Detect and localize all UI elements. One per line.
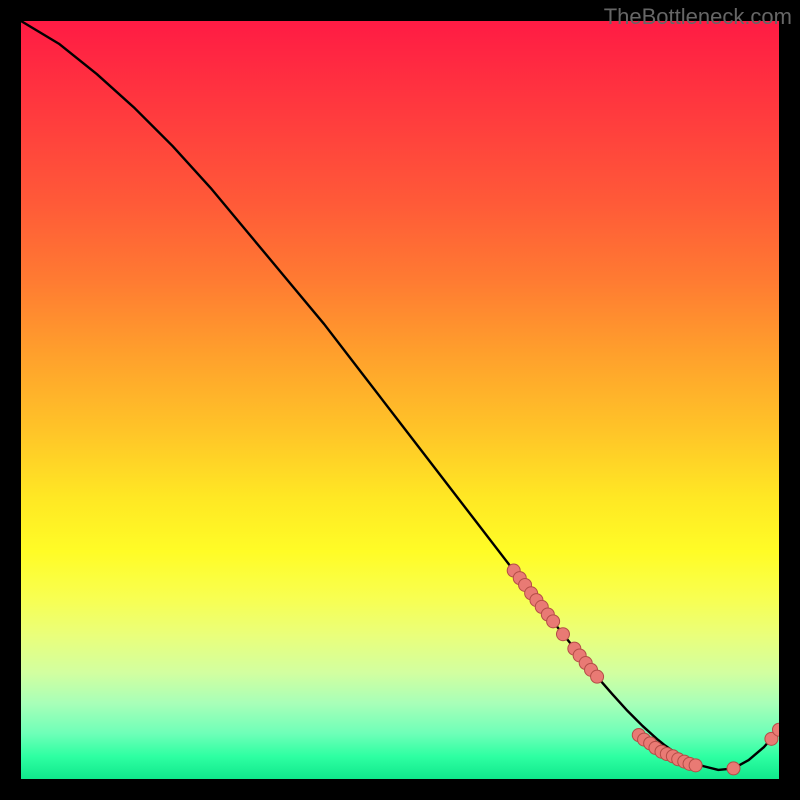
data-point [727,762,740,775]
line-series [21,21,779,770]
data-point [547,615,560,628]
chart-svg [21,21,779,779]
chart-container: TheBottleneck.com [0,0,800,800]
scatter-series [507,564,779,775]
data-point [689,759,702,772]
data-point [556,628,569,641]
watermark-label: TheBottleneck.com [604,4,792,30]
data-point [591,670,604,683]
bottleneck-line [21,21,779,770]
